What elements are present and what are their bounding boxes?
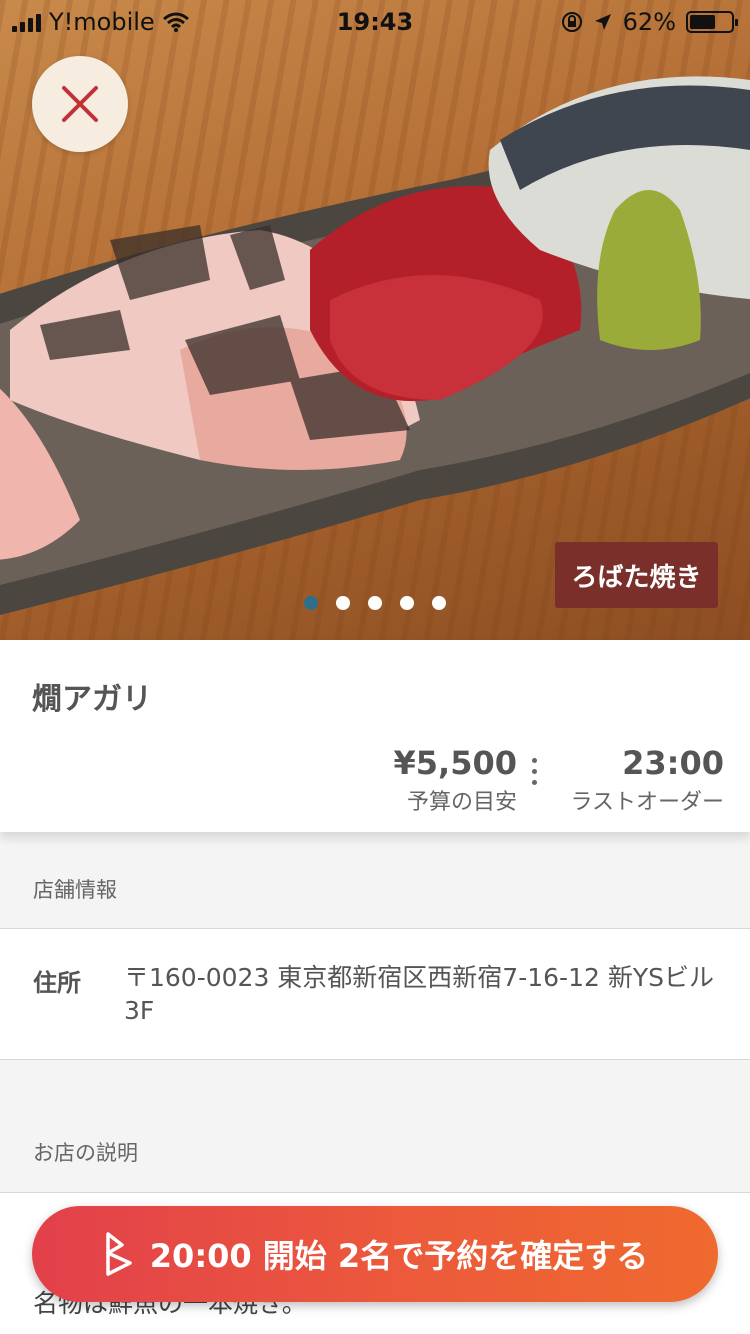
confirm-reservation-label: 20:00 開始 2名で予約を確定する (149, 1237, 649, 1275)
rotation-lock-icon (561, 12, 582, 32)
address-label: 住所 (33, 969, 81, 997)
photo-carousel-indicator[interactable] (0, 596, 750, 610)
carousel-dot[interactable] (432, 596, 446, 610)
brand-logo-icon (106, 1232, 132, 1276)
carousel-dot[interactable] (336, 596, 350, 610)
status-bar-right: 62% (561, 8, 738, 36)
close-icon (62, 86, 98, 122)
status-bar: Y!mobile 19:43 62% (0, 0, 750, 42)
carousel-dot[interactable] (368, 596, 382, 610)
last-order-value: 23:00 (622, 744, 724, 782)
last-order-label: ラストオーダー (570, 790, 724, 815)
shop-summary-card: 燗アガリ ¥5,500 予算の目安 23:00 ラストオーダー (0, 640, 750, 832)
address-value: 〒160-0023 東京都新宿区西新宿7-16-12 新YSビル3F (124, 963, 714, 1025)
battery-fill (690, 15, 715, 29)
separator-dots (532, 758, 537, 785)
carousel-dot[interactable] (304, 596, 318, 610)
divider (0, 1059, 750, 1060)
store-info-heading: 店舗情報 (33, 878, 117, 902)
budget-label: 予算の目安 (406, 790, 517, 815)
battery-icon (686, 11, 738, 33)
budget-value: ¥5,500 (393, 744, 517, 782)
carousel-dot[interactable] (400, 596, 414, 610)
battery-percent: 62% (622, 8, 676, 36)
close-button[interactable] (32, 56, 128, 152)
description-heading: お店の説明 (33, 1141, 138, 1165)
shop-name: 燗アガリ (32, 682, 152, 717)
address-row[interactable]: 住所 〒160-0023 東京都新宿区西新宿7-16-12 新YSビル3F (0, 929, 750, 1059)
confirm-reservation-button[interactable]: 20:00 開始 2名で予約を確定する (32, 1206, 718, 1302)
location-arrow-icon (594, 14, 611, 30)
